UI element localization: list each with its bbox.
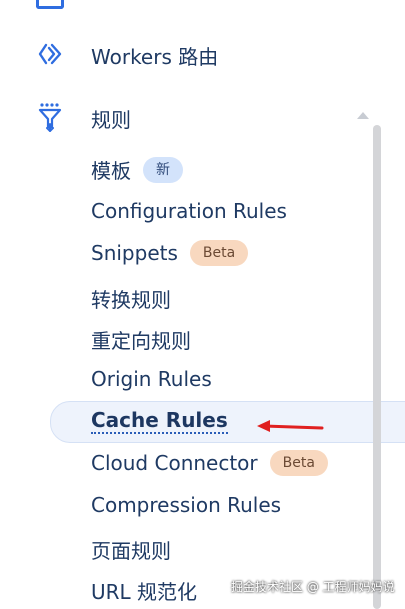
workers-chevrons-icon <box>36 40 64 68</box>
scrollbar[interactable] <box>373 125 381 609</box>
red-arrow-annotation <box>257 420 324 432</box>
sidebar-item-label: 规则 <box>91 108 131 132</box>
submenu-item-configuration-rules[interactable]: Configuration Rules <box>91 199 287 223</box>
submenu-item-label: Compression Rules <box>91 493 282 517</box>
beta-badge: Beta <box>269 450 328 476</box>
submenu-item-compression-rules[interactable]: Compression Rules <box>91 493 281 517</box>
sidebar-panel: Workers 路由 规则 模板 新 Configuration Rules S… <box>0 0 405 609</box>
submenu-item-label: Origin Rules <box>91 367 212 391</box>
submenu-item-origin-rules[interactable]: Origin Rules <box>91 367 212 391</box>
submenu-item-templates[interactable]: 模板 新 <box>91 155 183 184</box>
submenu-item-label: 模板 <box>91 159 131 183</box>
submenu-item-label: Snippets <box>91 241 178 265</box>
submenu-item-label: 转换规则 <box>91 288 171 312</box>
chevron-up-icon[interactable] <box>357 112 369 119</box>
submenu-item-cloud-connector[interactable]: Cloud Connector Beta <box>91 450 328 476</box>
submenu-item-snippets[interactable]: Snippets Beta <box>91 240 249 266</box>
submenu-item-label: 重定向规则 <box>91 329 191 353</box>
submenu-item-label: Cache Rules <box>91 408 228 434</box>
submenu-item-label: Configuration Rules <box>91 199 287 223</box>
watermark: 掘金技术社区 @ 工程师妈妈说 <box>231 580 395 594</box>
submenu-item-cache-rules[interactable]: Cache Rules <box>91 408 228 434</box>
submenu-item-label: Cloud Connector <box>91 451 258 475</box>
submenu-item-label: URL 规范化 <box>91 580 198 604</box>
submenu-item-transform-rules[interactable]: 转换规则 <box>91 284 171 313</box>
submenu-item-redirect-rules[interactable]: 重定向规则 <box>91 325 191 354</box>
submenu-item-label: 页面规则 <box>91 539 171 563</box>
beta-badge: Beta <box>189 240 249 266</box>
sidebar-item-label: Workers 路由 <box>91 45 219 69</box>
sidebar-item-rules[interactable]: 规则 <box>0 101 380 133</box>
new-badge: 新 <box>143 156 183 183</box>
submenu-item-url-normalization[interactable]: URL 规范化 <box>91 576 197 605</box>
partial-nav-icon <box>36 0 64 9</box>
funnel-icon <box>36 103 64 132</box>
submenu-item-page-rules[interactable]: 页面规则 <box>91 535 171 564</box>
sidebar-item-workers-routes[interactable]: Workers 路由 <box>0 38 370 70</box>
